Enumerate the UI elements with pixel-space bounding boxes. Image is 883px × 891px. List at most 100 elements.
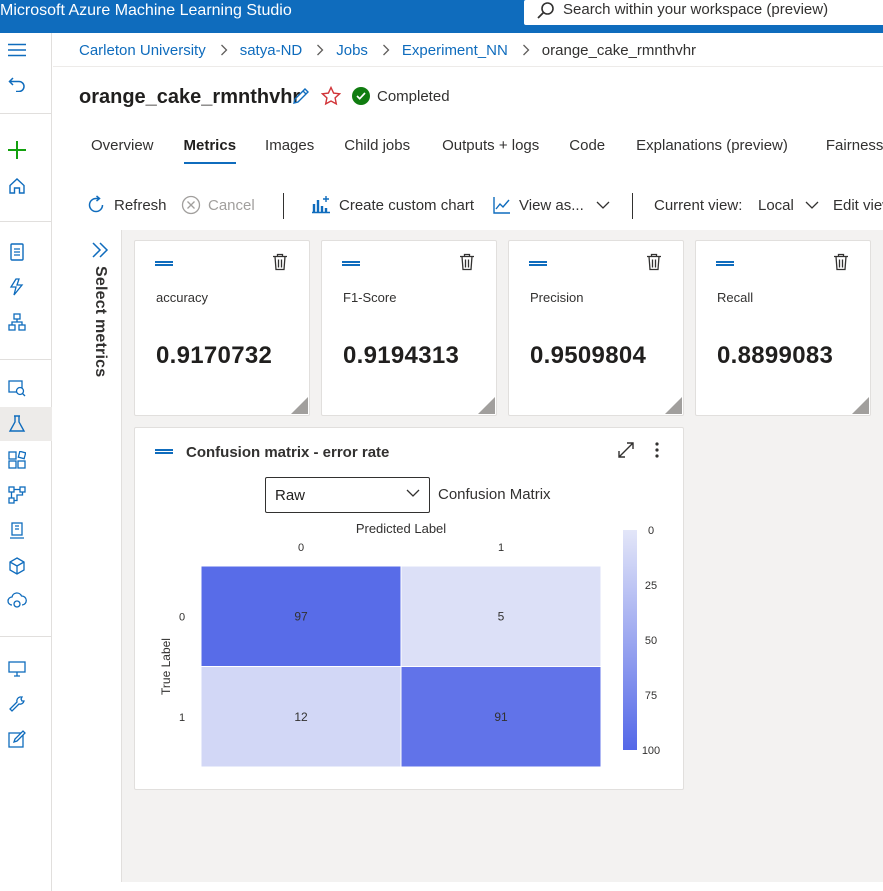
drag-handle-icon[interactable]	[155, 261, 173, 266]
metric-name: accuracy	[156, 290, 209, 305]
left-nav-rail	[0, 33, 52, 891]
chevron-right-icon	[316, 44, 324, 56]
select-metrics-label[interactable]: Select metrics	[91, 266, 109, 377]
view-as-button[interactable]: View as...	[492, 192, 610, 218]
drag-handle-icon[interactable]	[529, 261, 547, 266]
tab-outputs-logs[interactable]: Outputs + logs	[442, 136, 539, 166]
automl-icon[interactable]	[6, 276, 28, 298]
home-icon[interactable]	[6, 175, 28, 197]
breadcrumb-current: orange_cake_rmnthvhr	[541, 41, 697, 59]
metric-name: F1-Score	[343, 290, 397, 305]
tab-overview[interactable]: Overview	[91, 136, 154, 166]
resize-handle-icon[interactable]	[665, 397, 682, 414]
metric-value: 0.9194313	[343, 342, 460, 369]
refresh-button[interactable]: Refresh	[86, 192, 167, 218]
metric-value: 0.9509804	[530, 342, 647, 369]
data-icon[interactable]	[6, 377, 28, 399]
chevron-down-icon	[596, 201, 610, 209]
toolbar-divider	[632, 193, 633, 219]
cancel-label: Cancel	[208, 196, 255, 214]
cancel-icon	[181, 195, 201, 215]
resize-handle-icon[interactable]	[478, 397, 495, 414]
edit-view-button[interactable]: Edit view	[833, 192, 883, 218]
metric-card-recall[interactable]: Recall 0.8899083	[695, 240, 871, 416]
breadcrumb: Carleton University satya-ND Jobs Experi…	[79, 40, 696, 60]
menu-icon[interactable]	[6, 39, 28, 61]
tab-metrics[interactable]: Metrics	[183, 136, 236, 166]
chart-add-icon	[311, 195, 331, 215]
chevron-double-right-icon[interactable]	[90, 240, 110, 260]
linked-services-icon[interactable]	[6, 693, 28, 715]
data-labeling-icon[interactable]	[6, 728, 28, 750]
tab-explanations[interactable]: Explanations (preview)	[636, 136, 788, 166]
status-badge: Completed	[352, 87, 450, 105]
breadcrumb-jobs[interactable]: Jobs	[336, 42, 368, 59]
current-view-label: Current view:	[654, 196, 743, 214]
y-axis-title: True Label	[159, 638, 173, 695]
cancel-button[interactable]: Cancel	[181, 192, 255, 218]
chevron-down-icon	[805, 201, 819, 209]
rail-divider	[0, 636, 52, 637]
search-icon	[536, 1, 556, 21]
drag-handle-icon[interactable]	[716, 261, 734, 266]
delete-icon[interactable]	[272, 253, 288, 271]
resize-handle-icon[interactable]	[852, 397, 869, 414]
tab-fairness[interactable]: Fairness	[826, 136, 883, 166]
resize-handle-icon[interactable]	[291, 397, 308, 414]
colorbar-tick-label: 100	[642, 745, 660, 757]
metric-value: 0.9170732	[156, 342, 273, 369]
toolbar: Refresh Cancel Create custom chart View …	[86, 192, 883, 219]
environments-icon[interactable]	[6, 520, 28, 542]
create-custom-chart-button[interactable]: Create custom chart	[311, 192, 474, 218]
models-icon[interactable]	[6, 555, 28, 577]
app-title[interactable]: Microsoft Azure Machine Learning Studio	[0, 0, 292, 22]
x-tick-label: 0	[298, 542, 304, 554]
designer-icon[interactable]	[6, 311, 28, 333]
cell-value-label: 91	[494, 710, 508, 724]
components-icon[interactable]	[6, 449, 28, 471]
delete-icon[interactable]	[833, 253, 849, 271]
refresh-icon	[86, 195, 106, 215]
delete-icon[interactable]	[459, 253, 475, 271]
add-icon[interactable]	[6, 139, 28, 161]
tab-bar: Overview Metrics Images Child jobs Outpu…	[79, 136, 883, 166]
page-title: orange_cake_rmnthvhr	[79, 86, 301, 108]
tab-code[interactable]: Code	[569, 136, 605, 166]
star-icon[interactable]	[321, 86, 341, 106]
notebook-icon[interactable]	[6, 241, 28, 263]
metric-card-f1-score[interactable]: F1-Score 0.9194313	[321, 240, 497, 416]
jobs-icon[interactable]	[6, 413, 28, 435]
metric-card-precision[interactable]: Precision 0.9509804	[508, 240, 684, 416]
endpoints-icon[interactable]	[6, 590, 28, 612]
breadcrumb-experiment[interactable]: Experiment_NN	[402, 42, 508, 59]
breadcrumb-divider	[53, 66, 883, 67]
tab-images[interactable]: Images	[265, 136, 314, 166]
cell-value-label: 97	[294, 609, 308, 623]
search-box[interactable]: Search within your workspace (preview)	[524, 0, 883, 25]
tab-child-jobs[interactable]: Child jobs	[344, 136, 410, 166]
delete-icon[interactable]	[646, 253, 662, 271]
pipelines-icon[interactable]	[6, 484, 28, 506]
drag-handle-icon[interactable]	[342, 261, 360, 266]
metric-card-accuracy[interactable]: accuracy 0.9170732	[134, 240, 310, 416]
chevron-right-icon	[382, 44, 390, 56]
confusion-matrix-card[interactable]: Confusion matrix - error rate Raw Confus…	[134, 427, 684, 790]
cell-value-label: 12	[294, 710, 308, 724]
edit-icon[interactable]	[291, 86, 311, 106]
breadcrumb-workspace-org[interactable]: Carleton University	[79, 42, 206, 59]
colorbar-tick-label: 75	[645, 690, 657, 702]
toolbar-divider	[283, 193, 284, 219]
create-chart-label: Create custom chart	[339, 196, 475, 214]
metric-name: Recall	[717, 290, 754, 305]
colorbar-tick-label: 0	[648, 525, 654, 537]
current-view-dropdown[interactable]: Local	[758, 192, 819, 218]
breadcrumb-workspace[interactable]: satya-ND	[240, 42, 303, 59]
x-tick-label: 1	[498, 542, 504, 554]
compute-icon[interactable]	[6, 658, 28, 680]
search-input[interactable]: Search within your workspace (preview)	[563, 1, 828, 19]
chevron-right-icon	[220, 44, 228, 56]
top-bar: Microsoft Azure Machine Learning Studio …	[0, 0, 883, 33]
back-icon[interactable]	[6, 73, 28, 95]
cell-value-label: 5	[498, 609, 505, 623]
y-tick-label: 0	[179, 611, 185, 623]
